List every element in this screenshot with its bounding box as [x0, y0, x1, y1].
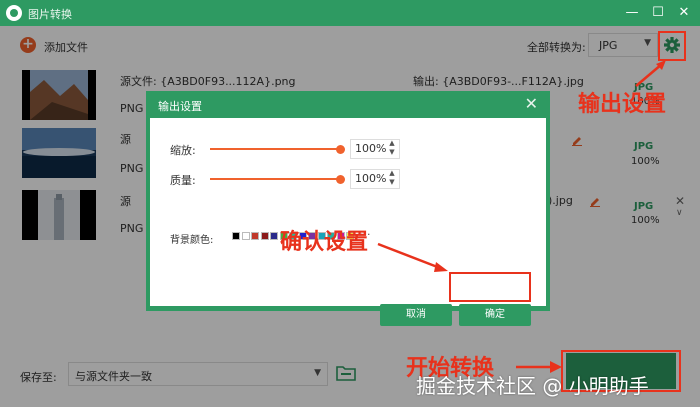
- annotation-confirm-settings: 确认设置: [280, 230, 369, 255]
- color-swatch[interactable]: [232, 232, 240, 240]
- quality-slider-handle[interactable]: [336, 175, 345, 184]
- color-swatch[interactable]: [251, 232, 259, 240]
- title-bar: 图片转换 — ☐ ✕: [0, 0, 700, 26]
- color-swatch[interactable]: [241, 232, 250, 240]
- cancel-button[interactable]: 取消: [380, 304, 452, 326]
- annotation-arrow-confirm: [377, 242, 448, 272]
- annotation-box-settings: [658, 31, 686, 61]
- color-swatch[interactable]: [260, 232, 269, 240]
- maximize-button[interactable]: ☐: [648, 3, 668, 23]
- color-swatch[interactable]: [270, 232, 278, 240]
- annotation-box-confirm: [449, 272, 531, 302]
- scale-stepper[interactable]: ▲ ▼: [386, 139, 398, 159]
- scale-slider[interactable]: [210, 148, 340, 150]
- annotation-output-settings: 输出设置: [578, 92, 667, 117]
- minimize-button[interactable]: —: [622, 3, 642, 23]
- quality-label: 质量:: [170, 174, 196, 187]
- dialog-title: 输出设置: [158, 100, 202, 113]
- confirm-button[interactable]: 确定: [459, 304, 531, 326]
- background-color-label: 背景颜色:: [170, 235, 214, 246]
- watermark: 掘金技术社区 @ 小明助手: [416, 374, 649, 398]
- app-logo-icon: [6, 5, 22, 21]
- scale-label: 缩放:: [170, 144, 196, 157]
- app-title: 图片转换: [28, 8, 72, 21]
- scale-slider-handle[interactable]: [336, 145, 345, 154]
- quality-slider[interactable]: [210, 178, 340, 180]
- close-icon[interactable]: ✕: [525, 94, 538, 113]
- quality-stepper[interactable]: ▲ ▼: [386, 169, 398, 189]
- close-button[interactable]: ✕: [674, 3, 694, 23]
